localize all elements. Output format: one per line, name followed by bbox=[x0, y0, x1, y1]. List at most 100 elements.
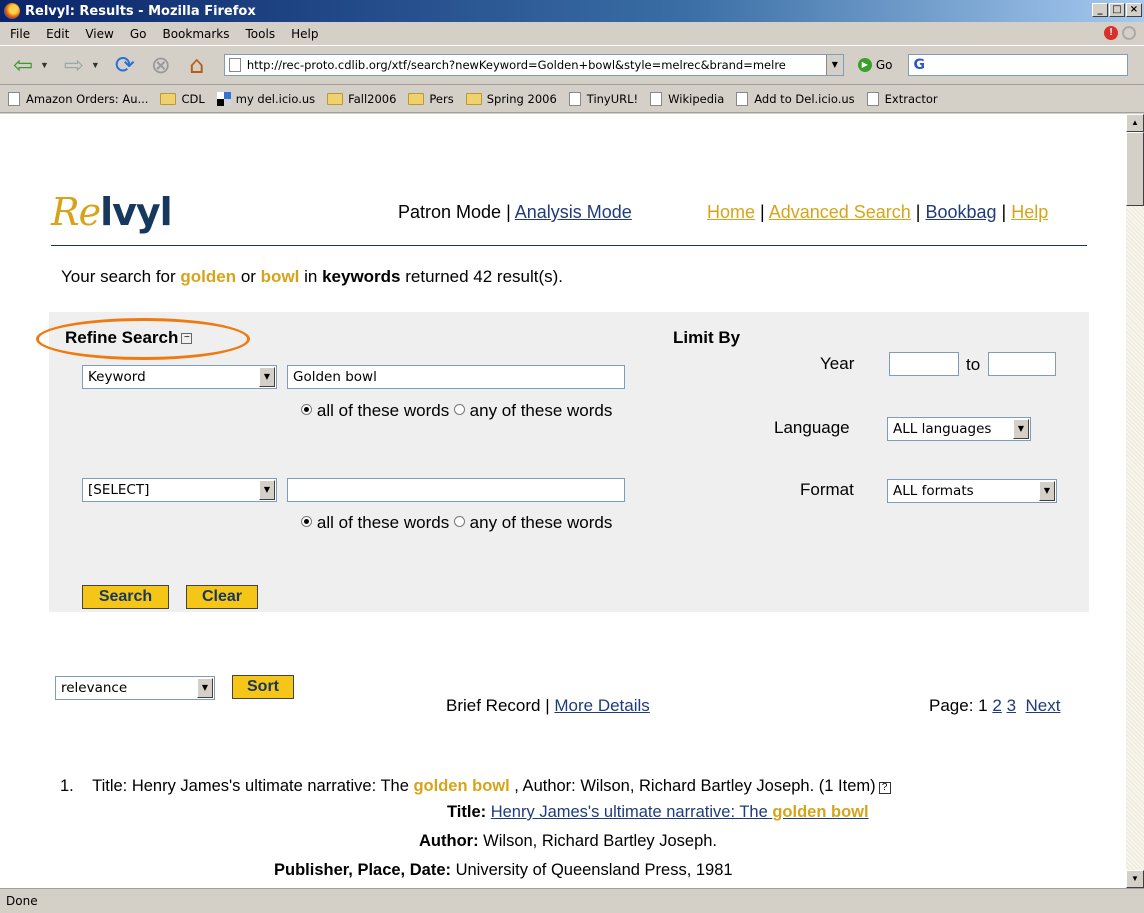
bookmark-wikipedia[interactable]: Wikipedia bbox=[650, 91, 724, 106]
analysis-mode-link[interactable]: Analysis Mode bbox=[515, 202, 632, 222]
status-bar: Done bbox=[0, 888, 1144, 913]
match-options-2: all of these words any of these words bbox=[287, 511, 627, 535]
help-icon[interactable]: ? bbox=[878, 782, 891, 794]
bookmarks-toolbar: Amazon Orders: Au... CDL my del.icio.us … bbox=[0, 85, 1144, 113]
stop-icon[interactable]: ⊗ bbox=[146, 50, 176, 80]
scroll-up-icon[interactable]: ▲ bbox=[1126, 114, 1144, 132]
page-2-link[interactable]: 2 bbox=[992, 696, 1001, 715]
bookmark-amazon-orders[interactable]: Amazon Orders: Au... bbox=[8, 91, 148, 106]
radio-all-words-1[interactable] bbox=[301, 404, 313, 415]
go-label: Go bbox=[875, 58, 893, 72]
keyword-input-1[interactable]: Golden bowl bbox=[287, 365, 625, 389]
radio-any-words-1[interactable] bbox=[453, 404, 465, 415]
bookmark-fall2006[interactable]: Fall2006 bbox=[327, 92, 396, 106]
year-label: Year bbox=[820, 354, 855, 373]
brief-record-label: Brief Record bbox=[446, 696, 541, 715]
result-summary-1: 1. Title: Henry James's ultimate narrati… bbox=[60, 777, 891, 796]
back-history-dropdown-icon[interactable]: ▼ bbox=[40, 60, 49, 70]
limit-by-heading: Limit By bbox=[673, 328, 741, 347]
field-select-2[interactable]: [SELECT] ▼ bbox=[82, 478, 277, 502]
home-icon[interactable]: ⌂ bbox=[182, 50, 212, 80]
radio-all-words-2[interactable] bbox=[301, 516, 313, 527]
bookmark-pers[interactable]: Pers bbox=[408, 92, 454, 106]
bookmark-spring-2006[interactable]: Spring 2006 bbox=[465, 92, 557, 106]
chevron-down-icon: ▼ bbox=[259, 480, 275, 500]
menu-view[interactable]: View bbox=[77, 27, 121, 41]
bookmark-my-delicious[interactable]: my del.icio.us bbox=[216, 91, 315, 106]
bookmark-tinyurl[interactable]: TinyURL! bbox=[568, 91, 638, 106]
home-link[interactable]: Home bbox=[707, 202, 755, 222]
menu-tools[interactable]: Tools bbox=[238, 27, 284, 41]
result-publisher-row: Publisher, Place, Date: University of Qu… bbox=[274, 861, 733, 879]
bookbag-link[interactable]: Bookbag bbox=[925, 202, 996, 222]
menu-edit[interactable]: Edit bbox=[38, 27, 77, 41]
advanced-search-link[interactable]: Advanced Search bbox=[769, 202, 911, 222]
view-toggle: Brief Record | More Details bbox=[446, 696, 650, 715]
stop-notice-icon: ! bbox=[1104, 26, 1118, 40]
radio-any-words-2[interactable] bbox=[453, 516, 465, 527]
scroll-thumb[interactable] bbox=[1126, 132, 1144, 206]
page-3-link[interactable]: 3 bbox=[1007, 696, 1016, 715]
language-select[interactable]: ALL languages ▼ bbox=[887, 417, 1031, 441]
navigation-toolbar: ⇦ ▼ ⇨ ▼ ⟳ ⊗ ⌂ http://rec-proto.cdlib.org… bbox=[0, 45, 1144, 85]
help-link[interactable]: Help bbox=[1011, 202, 1048, 222]
menu-bar: File Edit View Go Bookmarks Tools Help bbox=[0, 22, 1144, 45]
folder-icon bbox=[465, 92, 482, 105]
bookmark-cdl[interactable]: CDL bbox=[160, 92, 205, 106]
more-details-link[interactable]: More Details bbox=[554, 696, 649, 715]
refine-search-heading[interactable]: Refine Search − bbox=[65, 328, 193, 348]
field-select-1[interactable]: Keyword ▼ bbox=[82, 365, 277, 389]
sort-button[interactable]: Sort bbox=[232, 675, 294, 699]
patron-mode-label: Patron Mode bbox=[398, 202, 502, 222]
year-to-label: to bbox=[966, 355, 981, 374]
folder-icon bbox=[327, 92, 344, 105]
search-engine-box[interactable]: G bbox=[908, 54, 1129, 76]
collapse-icon[interactable]: − bbox=[181, 333, 193, 345]
relvyl-logo[interactable]: Relvyl bbox=[51, 190, 173, 234]
forward-history-dropdown-icon[interactable]: ▼ bbox=[91, 60, 100, 70]
next-page-link[interactable]: Next bbox=[1025, 696, 1060, 715]
scroll-down-icon[interactable]: ▼ bbox=[1126, 870, 1144, 888]
address-dropdown-icon[interactable]: ▼ bbox=[825, 55, 843, 75]
result-author-row: Author: Wilson, Richard Bartley Joseph. bbox=[419, 832, 718, 850]
back-arrow-icon[interactable]: ⇦ bbox=[8, 50, 38, 80]
bookmark-add-to-delicious[interactable]: Add to Del.icio.us bbox=[736, 91, 855, 106]
delicious-icon bbox=[216, 91, 231, 106]
search-button[interactable]: Search bbox=[82, 585, 169, 609]
pagination: Page: 1 2 3 Next bbox=[929, 696, 1061, 715]
match-options-1: all of these words any of these words bbox=[287, 399, 627, 423]
go-button[interactable]: ▶ Go bbox=[857, 58, 893, 72]
clear-button[interactable]: Clear bbox=[186, 585, 258, 609]
year-from-input[interactable] bbox=[889, 352, 959, 376]
address-bar[interactable]: http://rec-proto.cdlib.org/xtf/search?ne… bbox=[223, 54, 844, 76]
reload-icon[interactable]: ⟳ bbox=[110, 50, 140, 80]
forward-arrow-icon[interactable]: ⇨ bbox=[59, 50, 89, 80]
maximize-button[interactable]: □ bbox=[1109, 3, 1125, 17]
page-icon bbox=[568, 91, 581, 106]
window-titlebar: Relvyl: Results - Mozilla Firefox _ □ × bbox=[0, 0, 1144, 22]
keyword-input-2[interactable] bbox=[287, 478, 625, 502]
google-icon: G bbox=[913, 57, 925, 73]
search-summary: Your search for golden or bowl in keywor… bbox=[61, 267, 564, 286]
sort-select[interactable]: relevance ▼ bbox=[55, 676, 215, 700]
result-title-row: Title: Henry James's ultimate narrative:… bbox=[447, 803, 869, 821]
menu-file[interactable]: File bbox=[2, 27, 38, 41]
format-select[interactable]: ALL formats ▼ bbox=[887, 479, 1057, 503]
vertical-scrollbar[interactable]: ▲ ▼ bbox=[1126, 114, 1144, 888]
menu-bookmarks[interactable]: Bookmarks bbox=[154, 27, 237, 41]
header-divider bbox=[51, 245, 1087, 246]
throbber: ! bbox=[1104, 26, 1136, 40]
result-title-link[interactable]: Henry James's ultimate narrative: The go… bbox=[491, 803, 869, 821]
address-bar-text[interactable]: http://rec-proto.cdlib.org/xtf/search?ne… bbox=[247, 58, 817, 72]
menu-go[interactable]: Go bbox=[122, 27, 155, 41]
activity-throbber-icon bbox=[1122, 26, 1136, 40]
page-icon bbox=[736, 91, 749, 106]
page-viewport: Relvyl Patron Mode | Analysis Mode Home … bbox=[0, 114, 1126, 888]
bookmark-extractor[interactable]: Extractor bbox=[866, 91, 938, 106]
minimize-button[interactable]: _ bbox=[1092, 3, 1108, 17]
chevron-down-icon: ▼ bbox=[1039, 481, 1055, 501]
menu-help[interactable]: Help bbox=[283, 27, 326, 41]
page-icon bbox=[650, 91, 663, 106]
year-to-input[interactable] bbox=[988, 352, 1056, 376]
close-button[interactable]: × bbox=[1126, 3, 1142, 17]
